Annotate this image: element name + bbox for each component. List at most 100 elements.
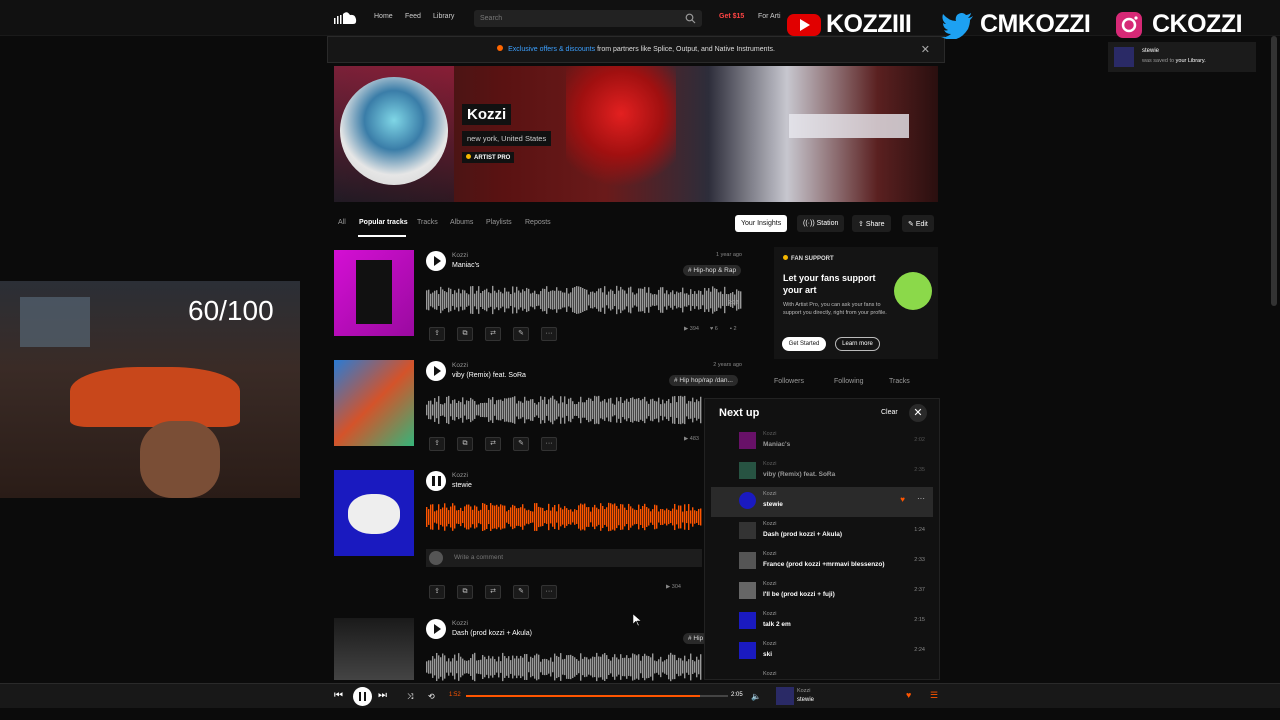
more-options-icon[interactable]: ··· (917, 494, 925, 503)
copy-link-icon[interactable]: ⧉ (457, 327, 473, 341)
track-plays: ▶ 394 (684, 326, 699, 332)
track-artist[interactable]: Kozzi (452, 362, 468, 369)
nav-feed[interactable]: Feed (405, 13, 421, 20)
volume-icon[interactable]: 🔈 (751, 692, 761, 701)
more-options-icon[interactable]: ··· (541, 327, 557, 341)
edit-icon: ✎ (908, 221, 916, 228)
queue-item[interactable]: Kozzi (711, 667, 933, 679)
followers-label[interactable]: Followers (774, 378, 804, 385)
close-icon[interactable]: ✕ (909, 404, 927, 422)
tab-playlists[interactable]: Playlists (486, 219, 512, 226)
progress-bar[interactable] (466, 695, 728, 697)
track-artwork-stewie[interactable] (334, 470, 414, 556)
mouse-cursor-icon (633, 614, 641, 626)
comment-input[interactable]: Write a comment (426, 549, 702, 567)
track-play-button[interactable] (426, 361, 446, 381)
queue-pause-icon[interactable] (739, 492, 756, 509)
track-play-button[interactable] (426, 251, 446, 271)
queue-item[interactable]: Kozzi France (prod kozzi +mrmavi blessen… (711, 547, 933, 577)
track-title[interactable]: Maniac's (452, 262, 479, 269)
track-genre-tag[interactable]: # Hip hop/rap /dan... (669, 375, 738, 386)
shuffle-repost-icon[interactable]: ⇄ (485, 437, 501, 451)
search-input[interactable]: Search (474, 10, 702, 27)
track-waveform[interactable] (426, 652, 702, 682)
search-icon[interactable] (685, 13, 696, 24)
tab-albums[interactable]: Albums (450, 219, 473, 226)
more-options-icon[interactable]: ··· (541, 585, 557, 599)
your-insights-button[interactable]: Your Insights (735, 215, 788, 232)
copy-link-icon[interactable]: ⧉ (457, 585, 473, 599)
more-options-icon[interactable]: ··· (541, 437, 557, 451)
tracks-count-label[interactable]: Tracks (889, 378, 910, 385)
get-started-button[interactable]: Get Started (782, 337, 826, 351)
queue-item[interactable]: Kozzi Maniac's 2:02 (711, 427, 933, 457)
edit-track-icon[interactable]: ✎ (513, 437, 529, 451)
queue-item[interactable]: Kozzi I'll be (prod kozzi + fuji) 2:37 (711, 577, 933, 607)
repost-share-icon[interactable]: ⇪ (429, 585, 445, 599)
now-playing-artwork[interactable] (776, 687, 794, 705)
queue-title: ski (763, 651, 773, 658)
repost-share-icon[interactable]: ⇪ (429, 437, 445, 451)
track-artwork-viby[interactable] (334, 360, 414, 446)
track-waveform[interactable] (426, 285, 742, 315)
track-artist[interactable]: Kozzi (452, 620, 468, 627)
soundcloud-logo-icon[interactable] (333, 10, 359, 26)
queue-title: Maniac's (763, 441, 791, 448)
track-waveform[interactable] (426, 395, 702, 425)
track-play-button[interactable] (426, 619, 446, 639)
for-artists-link[interactable]: For Arti (758, 13, 781, 20)
clear-queue-button[interactable]: Clear (881, 409, 898, 416)
track-waveform[interactable] (426, 502, 702, 532)
track-title[interactable]: viby (Remix) feat. SoRa (452, 372, 526, 379)
queue-item[interactable]: Kozzi ski 2:24 (711, 637, 933, 667)
promo-close-icon[interactable]: ✕ (921, 43, 930, 56)
queue-item[interactable]: Kozzi talk 2 em 2:15 (711, 607, 933, 637)
track-artwork-maniacs[interactable] (334, 250, 414, 336)
edit-track-icon[interactable]: ✎ (513, 327, 529, 341)
track-pause-button[interactable] (426, 471, 446, 491)
tab-reposts[interactable]: Reposts (525, 219, 551, 226)
queue-artist: Kozzi (763, 581, 777, 587)
queue-item-current[interactable]: Kozzi stewie ♥ ··· (711, 487, 933, 517)
copy-link-icon[interactable]: ⧉ (457, 437, 473, 451)
queue-item[interactable]: Kozzi Dash (prod kozzi + Akula) 1:24 (711, 517, 933, 547)
track-title[interactable]: Dash (prod kozzi + Akula) (452, 630, 532, 637)
queue-list-icon[interactable]: ☰ (930, 690, 938, 701)
tab-popular-tracks[interactable]: Popular tracks (359, 219, 408, 226)
learn-more-button[interactable]: Learn more (835, 337, 880, 351)
following-label[interactable]: Following (834, 378, 864, 385)
edit-button[interactable]: ✎ Edit (902, 215, 934, 232)
track-genre-tag[interactable]: # Hip-hop & Rap (683, 265, 742, 276)
pause-button[interactable] (353, 687, 372, 706)
queue-item[interactable]: Kozzi viby (Remix) feat. SoRa 2:35 (711, 457, 933, 487)
shuffle-repost-icon[interactable]: ⇄ (485, 327, 501, 341)
active-tab-underline (358, 235, 406, 237)
station-button[interactable]: ((·)) Station (797, 215, 845, 232)
shuffle-icon[interactable]: ⤨ (407, 692, 413, 702)
track-title[interactable]: stewie (452, 482, 472, 489)
nav-library[interactable]: Library (433, 13, 454, 20)
get-15-link[interactable]: Get $15 (719, 13, 744, 20)
profile-avatar[interactable] (340, 77, 448, 185)
like-heart-icon[interactable]: ♥ (906, 690, 911, 700)
previous-track-icon[interactable]: ⏮ (334, 690, 343, 701)
share-button[interactable]: ⇪ Share (852, 215, 891, 232)
nav-home[interactable]: Home (374, 13, 393, 20)
artist-pro-badge: ARTIST PRO (462, 152, 515, 163)
now-playing-title[interactable]: stewie (797, 697, 814, 703)
edit-track-icon[interactable]: ✎ (513, 585, 529, 599)
track-artwork-dash[interactable] (334, 618, 414, 680)
shuffle-repost-icon[interactable]: ⇄ (485, 585, 501, 599)
now-playing-artist[interactable]: Kozzi (797, 688, 810, 694)
tab-all[interactable]: All (338, 219, 346, 226)
promo-highlight-link[interactable]: Exclusive offers & discounts (508, 46, 595, 53)
track-artist[interactable]: Kozzi (452, 472, 468, 479)
tab-tracks[interactable]: Tracks (417, 219, 438, 226)
repost-share-icon[interactable]: ⇪ (429, 327, 445, 341)
page-scrollbar[interactable] (1271, 36, 1277, 306)
track-artist[interactable]: Kozzi (452, 252, 468, 259)
like-heart-icon[interactable]: ♥ (900, 495, 905, 504)
repeat-icon[interactable]: ⟲ (428, 692, 435, 701)
toast-library-link[interactable]: your Library. (1176, 58, 1206, 64)
next-track-icon[interactable]: ⏭ (378, 690, 387, 701)
